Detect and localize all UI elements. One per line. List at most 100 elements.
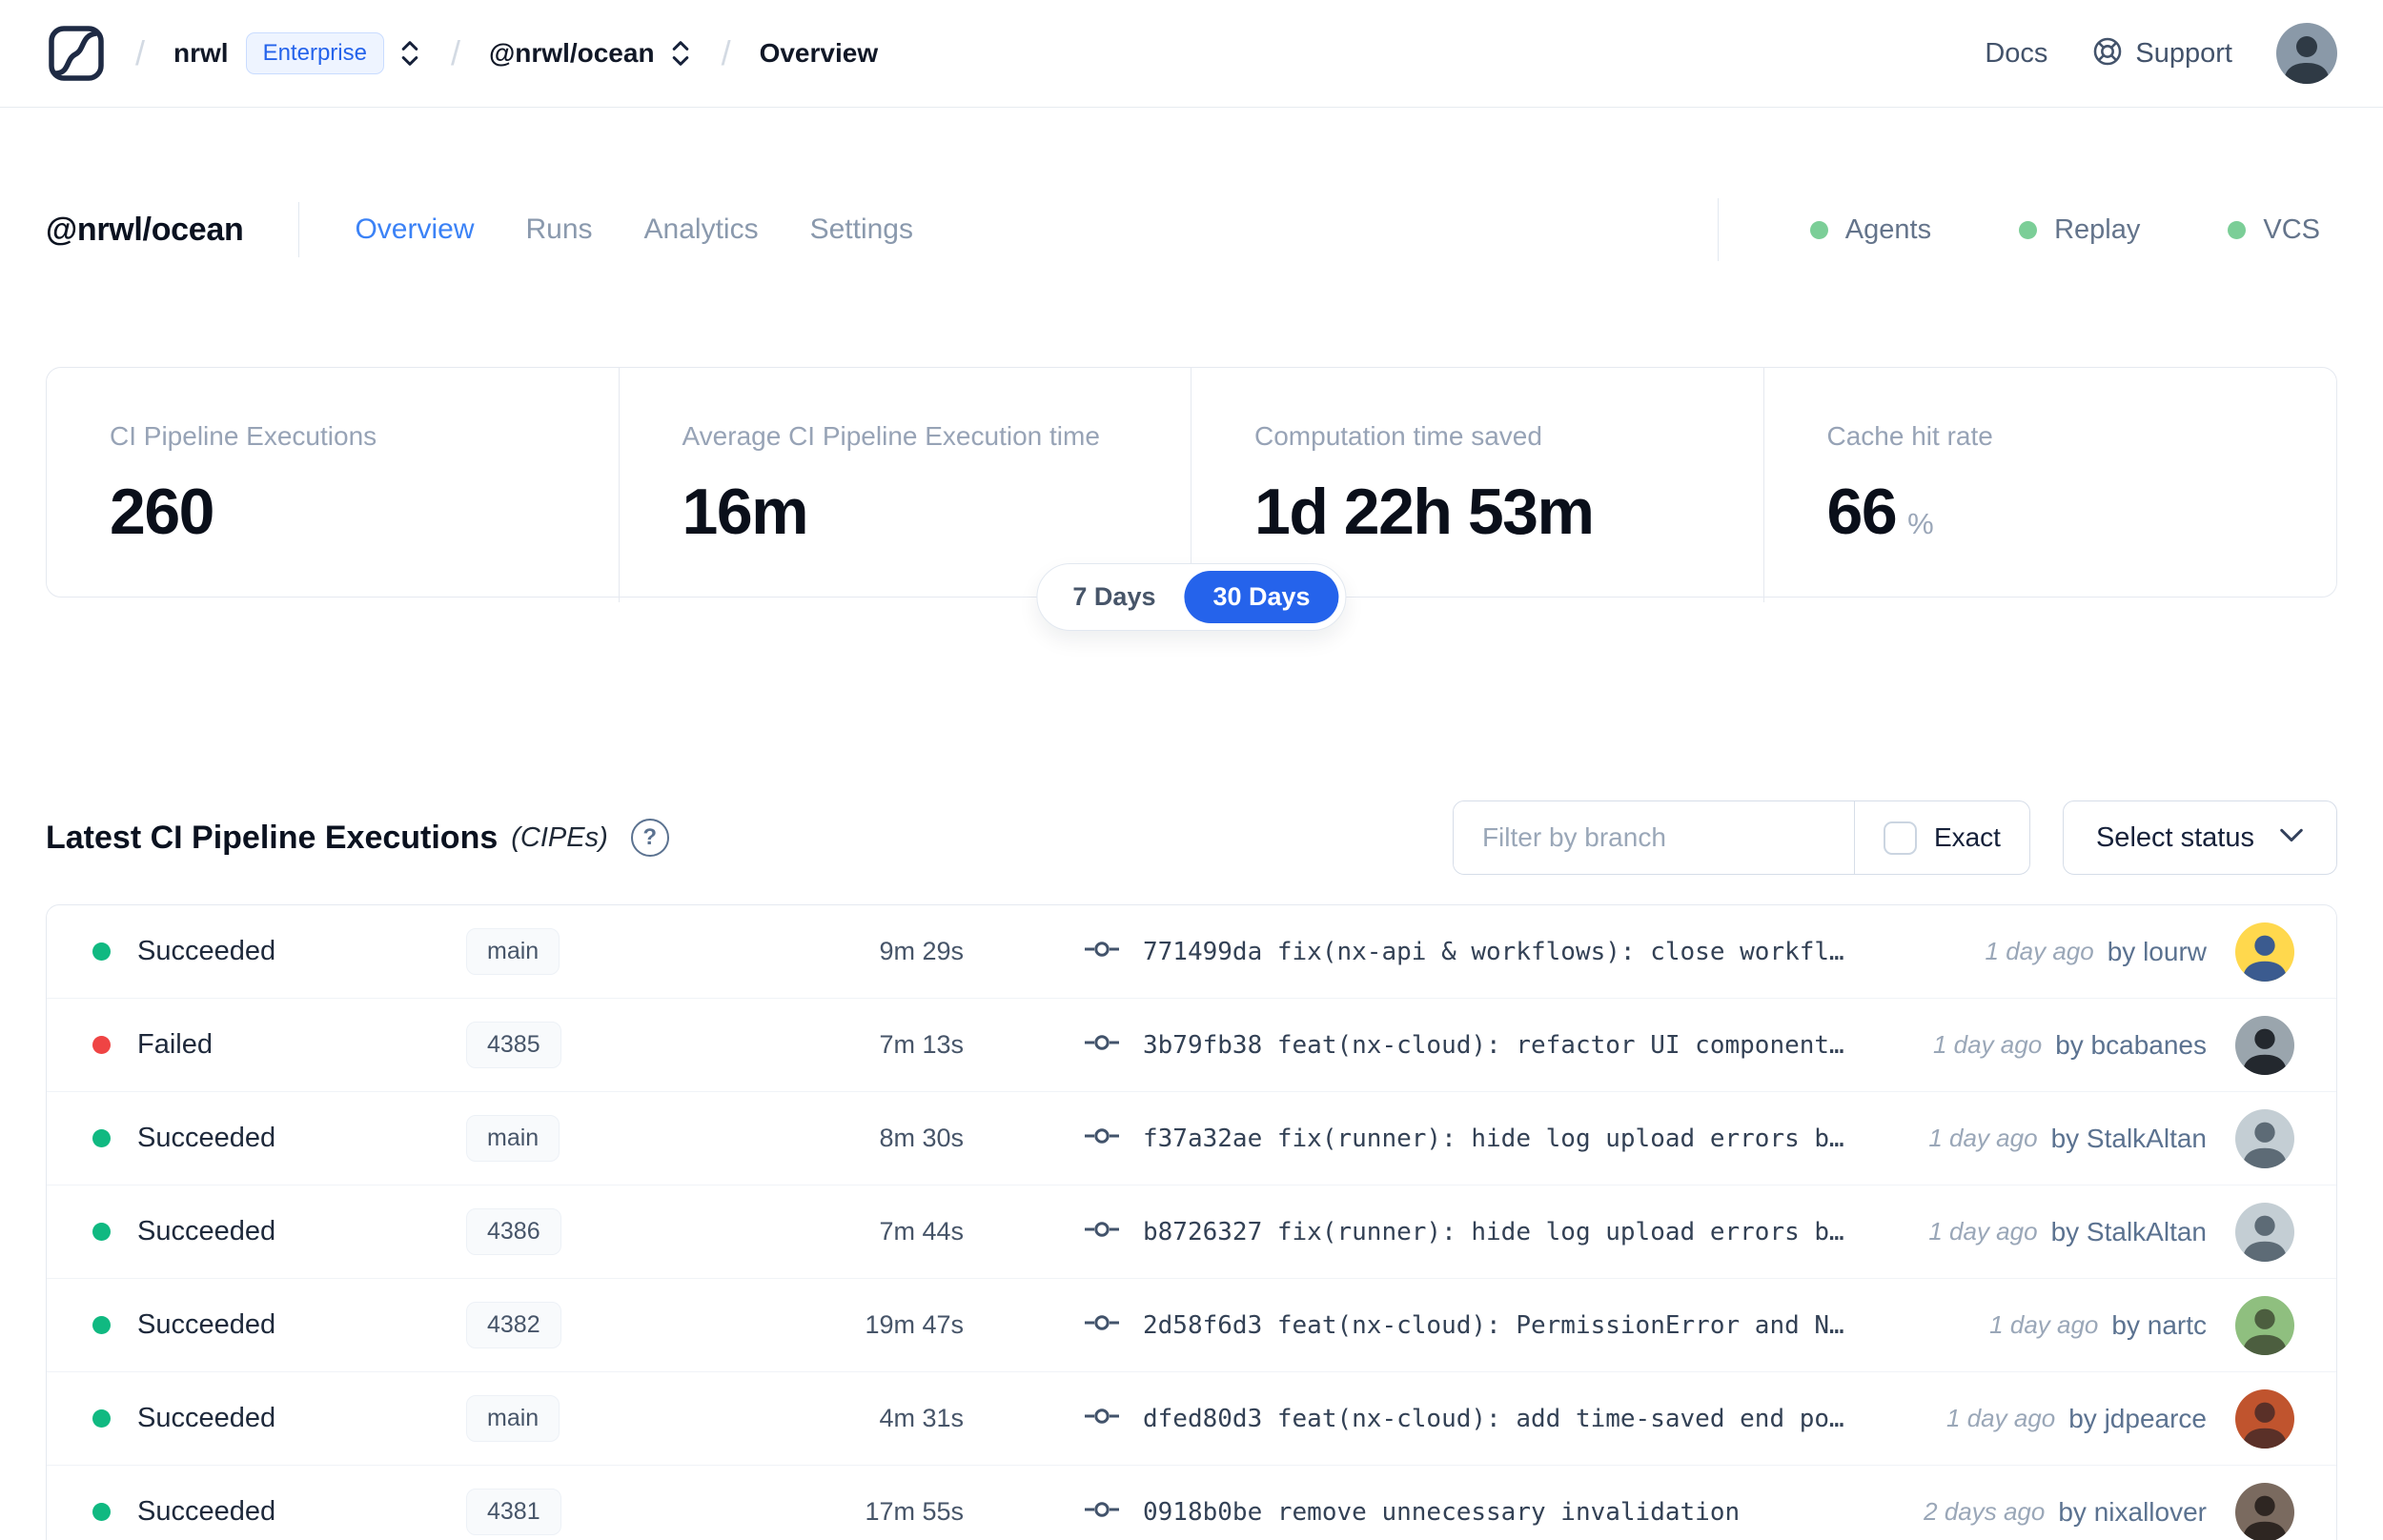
run-duration: 19m 47s (865, 1310, 964, 1339)
git-commit-icon (1084, 939, 1120, 964)
git-commit-icon (1084, 1219, 1120, 1245)
cipe-row[interactable]: Succeeded main 8m 30s f37a32ae fix(runne… (47, 1092, 2336, 1185)
commit-message[interactable]: dfed80d3 feat(nx-cloud): add time-saved … (1143, 1405, 1844, 1433)
breadcrumb-workspace[interactable]: @nrwl/ocean (489, 38, 655, 69)
tab-runs[interactable]: Runs (526, 213, 593, 246)
help-icon[interactable]: ? (630, 819, 669, 857)
run-status-dot-icon (92, 1503, 111, 1521)
cipe-row[interactable]: Failed 4385 7m 13s 3b79fb38 feat(nx-clou… (47, 999, 2336, 1092)
run-status-label: Succeeded (137, 1403, 276, 1433)
date-range-toggle: 7 Days 30 Days (1036, 563, 1347, 631)
cipe-row[interactable]: Succeeded main 9m 29s 771499da fix(nx-ap… (47, 905, 2336, 999)
support-link[interactable]: Support (2091, 35, 2232, 72)
run-time-ago: 1 day ago (1989, 1310, 2099, 1339)
range-30-days[interactable]: 30 Days (1184, 571, 1339, 623)
exact-checkbox[interactable] (1883, 821, 1917, 855)
branch-filter-group: Exact (1452, 800, 2030, 875)
exact-filter: Exact (1853, 801, 2029, 874)
nx-cloud-logo-icon[interactable] (46, 23, 107, 84)
commit-message[interactable]: f37a32ae fix(runner): hide log upload er… (1143, 1125, 1844, 1153)
commit-message[interactable]: 0918b0be remove unnecessary invalidation (1143, 1498, 1740, 1527)
stats-section: CI Pipeline Executions 260 Average CI Pi… (46, 367, 2337, 631)
run-author: by nixallover (2058, 1496, 2207, 1527)
branch-filter-input[interactable] (1453, 801, 1854, 874)
status-agents: Agents (1809, 214, 1931, 246)
breadcrumb-separator: / (135, 33, 146, 72)
breadcrumb-separator: / (721, 33, 731, 72)
git-commit-icon (1084, 1312, 1120, 1338)
feature-status-group: Agents Replay VCS (1717, 198, 2337, 261)
breadcrumb-org[interactable]: nrwl (173, 38, 229, 69)
run-time-ago: 1 day ago (1946, 1404, 2056, 1432)
breadcrumb-page: Overview (759, 38, 879, 68)
stat-cache-hit-rate: Cache hit rate 66% (1826, 421, 1993, 548)
run-author: by StalkAltan (2050, 1123, 2207, 1153)
author-avatar (2235, 1295, 2294, 1355)
workspace-switcher-chevron-up-down-icon[interactable] (668, 37, 693, 70)
cipe-row[interactable]: Succeeded 4381 17m 55s 0918b0be remove u… (47, 1466, 2336, 1540)
run-status-label: Succeeded (137, 1496, 276, 1527)
status-replay: Replay (2019, 214, 2140, 246)
docs-link[interactable]: Docs (1985, 38, 2047, 70)
commit-message[interactable]: b8726327 fix(runner): hide log upload er… (1143, 1218, 1844, 1246)
run-duration: 9m 29s (879, 937, 964, 965)
branch-badge[interactable]: main (466, 1115, 560, 1162)
branch-badge[interactable]: main (466, 1395, 560, 1442)
run-duration: 17m 55s (865, 1497, 964, 1526)
status-dot-icon (1809, 220, 1828, 239)
run-time-ago: 1 day ago (1985, 937, 2094, 965)
run-status-label: Succeeded (137, 1309, 276, 1340)
run-status-dot-icon (92, 1316, 111, 1334)
run-time-ago: 2 days ago (1924, 1497, 2046, 1526)
branch-badge[interactable]: 4382 (466, 1302, 561, 1348)
run-status-dot-icon (92, 1409, 111, 1428)
status-dot-icon (2019, 220, 2038, 239)
run-author: by jdpearce (2068, 1403, 2207, 1433)
author-avatar (2235, 922, 2294, 982)
run-status-label: Succeeded (137, 1123, 276, 1153)
range-7-days[interactable]: 7 Days (1044, 571, 1184, 623)
status-select[interactable]: Select status (2062, 800, 2337, 875)
run-author: by bcabanes (2055, 1029, 2207, 1060)
cipe-row[interactable]: Succeeded main 4m 31s dfed80d3 feat(nx-c… (47, 1372, 2336, 1466)
workspace-tabs: Overview Runs Analytics Settings (355, 213, 913, 246)
breadcrumb-separator: / (450, 33, 460, 72)
git-commit-icon (1084, 1032, 1120, 1058)
run-duration: 4m 31s (879, 1404, 964, 1432)
branch-badge[interactable]: 4381 (466, 1489, 561, 1535)
tab-overview[interactable]: Overview (355, 213, 474, 246)
exact-label: Exact (1933, 822, 2001, 852)
run-author: by lourw (2107, 936, 2207, 966)
tab-analytics[interactable]: Analytics (644, 213, 759, 246)
cipe-section-header: Latest CI Pipeline Executions (CIPEs) ? … (46, 800, 2337, 876)
tab-settings[interactable]: Settings (810, 213, 913, 246)
enterprise-badge: Enterprise (245, 32, 384, 74)
run-status-label: Failed (137, 1029, 213, 1060)
run-duration: 7m 44s (879, 1217, 964, 1246)
commit-message[interactable]: 3b79fb38 feat(nx-cloud): refactor UI com… (1143, 1031, 1844, 1060)
branch-badge[interactable]: 4385 (466, 1022, 561, 1068)
divider (1717, 198, 1719, 261)
org-switcher-chevron-up-down-icon[interactable] (397, 37, 422, 70)
status-dot-icon (2228, 220, 2247, 239)
cipe-row[interactable]: Succeeded 4386 7m 44s b8726327 fix(runne… (47, 1185, 2336, 1279)
page-title: @nrwl/ocean (46, 211, 244, 248)
cipe-row[interactable]: Succeeded 4382 19m 47s 2d58f6d3 feat(nx-… (47, 1279, 2336, 1372)
stat-ci-pipeline-executions: CI Pipeline Executions 260 (47, 368, 620, 602)
branch-badge[interactable]: 4386 (466, 1208, 561, 1255)
git-commit-icon (1084, 1499, 1120, 1525)
run-time-ago: 1 day ago (1928, 1124, 2038, 1152)
run-status-label: Succeeded (137, 1216, 276, 1246)
commit-message[interactable]: 2d58f6d3 feat(nx-cloud): PermissionError… (1143, 1311, 1844, 1340)
workspace-header: @nrwl/ocean Overview Runs Analytics Sett… (0, 176, 2383, 283)
git-commit-icon (1084, 1125, 1120, 1151)
cipe-filters: Exact Select status (1452, 800, 2337, 875)
author-avatar (2235, 1015, 2294, 1075)
user-avatar[interactable] (2276, 23, 2337, 84)
commit-message[interactable]: 771499da fix(nx-api & workflows): close … (1143, 938, 1844, 966)
branch-badge[interactable]: main (466, 928, 560, 975)
run-author: by StalkAltan (2050, 1216, 2207, 1246)
percent-suffix: % (1907, 507, 1934, 540)
run-status-dot-icon (92, 1223, 111, 1241)
chevron-down-icon (2279, 828, 2304, 848)
